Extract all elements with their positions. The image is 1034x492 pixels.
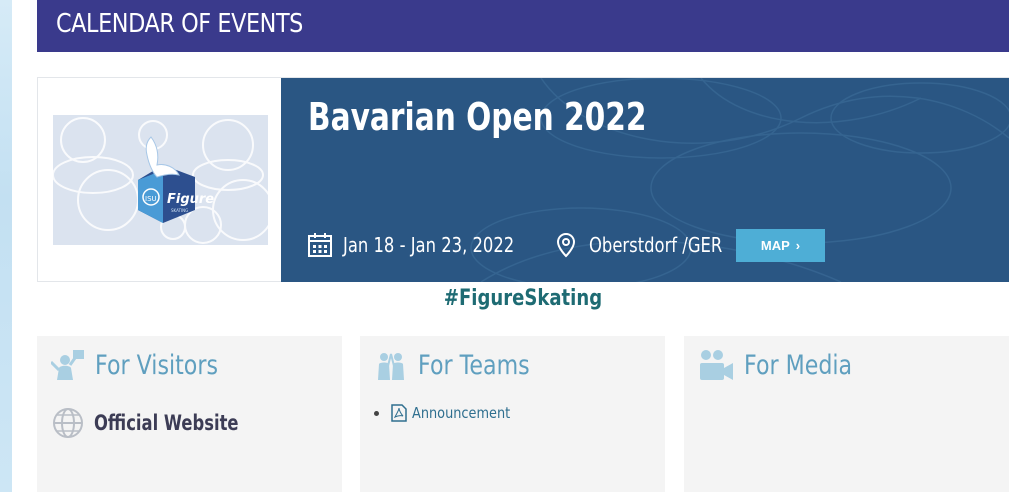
visitors-box: For Visitors Official Website <box>37 336 342 492</box>
teams-box: For Teams Announcement <box>360 336 665 492</box>
logo-subtext: SKATING <box>171 208 188 213</box>
calendar-header: CALENDAR OF EVENTS <box>37 0 1009 52</box>
event-title[interactable]: Bavarian Open 2022 <box>308 95 647 139</box>
page-title: CALENDAR OF EVENTS <box>56 9 303 39</box>
media-box-title: For Media <box>744 349 853 381</box>
event-logo[interactable]: ISU Figure SKATING <box>53 115 268 245</box>
teams-icon <box>378 353 404 380</box>
visitors-icon <box>51 350 84 380</box>
teams-document-list: Announcement <box>374 404 526 422</box>
location-pin-icon <box>556 232 576 258</box>
logo-text: Figure <box>167 192 214 207</box>
media-icon <box>700 350 733 380</box>
event-dates: Jan 18 - Jan 23, 2022 <box>343 233 515 257</box>
event-meta: Jan 18 - Jan 23, 2022 Oberstdorf /GER <box>307 228 739 262</box>
visitors-box-title: For Visitors <box>95 349 218 381</box>
bullet-icon <box>374 410 379 416</box>
media-box-header: For Media <box>698 348 876 382</box>
globe-icon <box>53 408 83 438</box>
media-box: For Media <box>684 336 1009 492</box>
chevron-right-icon: › <box>795 238 801 253</box>
official-website-label: Official Website <box>94 411 239 435</box>
map-button[interactable]: MAP › <box>736 229 825 262</box>
teams-box-header: For Teams <box>374 348 554 382</box>
visitors-box-header: For Visitors <box>51 348 245 382</box>
page-side-strip <box>0 0 12 492</box>
official-website-link[interactable]: Official Website <box>51 406 279 440</box>
announcement-link[interactable]: Announcement <box>412 404 510 422</box>
logo-isu: ISU <box>145 195 157 203</box>
calendar-icon <box>308 233 332 257</box>
event-banner: Bavarian Open 2022 Jan 18 - Jan 23, 2022… <box>281 78 1009 282</box>
event-location: Oberstdorf /GER <box>589 233 723 257</box>
map-button-label: MAP <box>760 238 790 253</box>
event-card[interactable]: ISU Figure SKATING Bavarian Open 2022 Ja… <box>37 77 1009 282</box>
teams-box-title: For Teams <box>418 349 530 381</box>
pdf-icon <box>391 404 407 422</box>
list-item[interactable]: Announcement <box>374 404 526 422</box>
hashtag[interactable]: #FigureSkating <box>94 286 952 311</box>
figure-skating-logo: ISU Figure SKATING <box>53 115 268 245</box>
